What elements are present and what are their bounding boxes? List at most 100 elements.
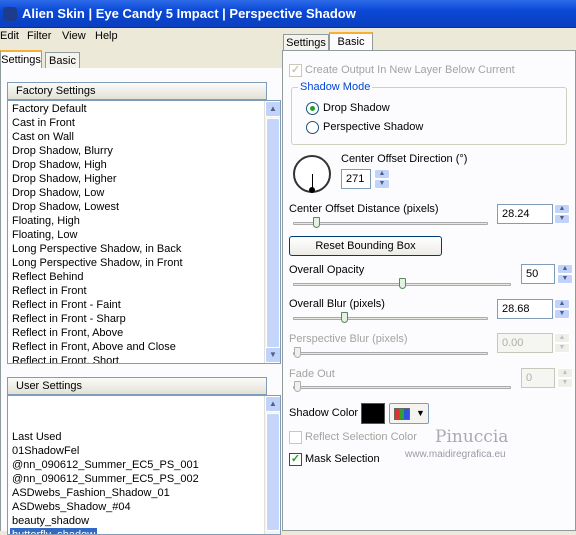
basic-panel: ✓ Create Output In New Layer Below Curre… (282, 50, 576, 531)
perspective-blur-label: Perspective Blur (pixels) (289, 333, 408, 345)
list-item[interactable]: Drop Shadow, Low (12, 186, 104, 200)
chevron-down-icon: ▼ (416, 408, 425, 418)
list-item[interactable]: beauty_shadow (12, 514, 89, 528)
shadow-color-label: Shadow Color (289, 407, 359, 419)
tab-basic-left[interactable]: Basic (45, 52, 80, 69)
blur-input[interactable]: 28.68 (497, 299, 553, 319)
distance-slider[interactable] (293, 217, 488, 228)
watermark-name: Pinuccia (435, 427, 509, 447)
list-item[interactable]: Reflect in Front - Sharp (12, 312, 126, 326)
fade-out-input[interactable]: 0 (521, 368, 555, 388)
list-item[interactable]: Reflect in Front - Faint (12, 298, 121, 312)
shadow-mode-group: Shadow Mode Drop Shadow Perspective Shad… (291, 81, 567, 145)
opacity-input[interactable]: 50 (521, 264, 555, 284)
blur-knob[interactable] (341, 312, 348, 323)
blur-label: Overall Blur (pixels) (289, 298, 385, 310)
distance-input[interactable]: 28.24 (497, 204, 553, 224)
list-item[interactable]: Reflect in Front (12, 284, 87, 298)
direction-dial[interactable] (293, 155, 331, 193)
opacity-label: Overall Opacity (289, 264, 365, 276)
fade-out-stepper[interactable]: ▲ ▼ (557, 368, 573, 388)
scroll-thumb[interactable] (266, 413, 280, 531)
direction-input[interactable]: 271 (341, 169, 371, 189)
mask-selection-label: Mask Selection (305, 453, 380, 465)
list-item[interactable]: ASDwebs_Shadow_#04 (12, 500, 131, 514)
menu-bar: Edit Filter View Help (0, 28, 282, 46)
menu-edit[interactable]: Edit (0, 30, 19, 42)
list-item[interactable]: Long Perspective Shadow, in Front (12, 256, 183, 270)
opacity-slider[interactable] (293, 278, 511, 289)
list-item[interactable]: @nn_090612_Summer_EC5_PS_001 (12, 458, 199, 472)
list-item[interactable]: Reflect in Front, Above and Close (12, 340, 176, 354)
list-item[interactable]: butterfly_shadow (10, 528, 98, 534)
window-title: Alien Skin | Eye Candy 5 Impact | Perspe… (22, 6, 356, 21)
list-item[interactable]: @nn_090612_Summer_EC5_PS_002 (12, 472, 199, 486)
list-item[interactable]: ASDwebs_Fashion_Shadow_01 (12, 486, 170, 500)
scroll-thumb[interactable] (266, 118, 280, 348)
reset-bounding-box-button[interactable]: Reset Bounding Box (289, 236, 442, 256)
perspective-blur-slider[interactable] (293, 347, 488, 358)
tab-settings-right[interactable]: Settings (283, 34, 329, 51)
title-bar: Alien Skin | Eye Candy 5 Impact | Perspe… (0, 0, 576, 28)
list-item[interactable]: Last Used (12, 430, 62, 444)
dial-knob (309, 187, 315, 193)
distance-label: Center Offset Distance (pixels) (289, 203, 439, 215)
list-item[interactable]: Floating, Low (12, 228, 77, 242)
perspective-shadow-radio[interactable] (306, 121, 319, 134)
mask-selection-checkbox[interactable]: ✓ (289, 453, 302, 466)
drop-shadow-label: Drop Shadow (323, 102, 390, 114)
scroll-up-icon[interactable]: ▲ (265, 396, 280, 412)
reflect-selection-label: Reflect Selection Color (305, 431, 417, 443)
watermark-url: www.maidiregrafica.eu (405, 449, 506, 460)
list-item[interactable]: Cast on Wall (12, 130, 74, 144)
shadow-color-swatch[interactable] (361, 403, 385, 424)
list-item[interactable]: Reflect in Front, Short (12, 354, 119, 363)
settings-panel: Factory Settings Factory Default Cast in … (0, 68, 282, 535)
list-item[interactable]: Reflect Behind (12, 270, 84, 284)
perspective-blur-input[interactable]: 0.00 (497, 333, 553, 353)
list-item[interactable]: Cast in Front (12, 116, 75, 130)
list-item[interactable]: Drop Shadow, Higher (12, 172, 117, 186)
menu-view[interactable]: View (62, 30, 86, 42)
list-item[interactable]: Floating, High (12, 214, 80, 228)
user-settings-list: Last Used 01ShadowFel @nn_090612_Summer_EC… (7, 395, 281, 535)
radio-selected-dot (310, 106, 315, 111)
list-item[interactable]: Factory Default (12, 102, 87, 116)
shadow-mode-title: Shadow Mode (298, 81, 373, 93)
fade-out-label: Fade Out (289, 368, 335, 380)
list-item[interactable]: Drop Shadow, Blurry (12, 144, 113, 158)
tab-settings-left[interactable]: Settings (0, 50, 42, 69)
reflect-selection-checkbox[interactable] (289, 431, 302, 444)
fade-out-slider[interactable] (293, 381, 511, 392)
create-output-checkbox[interactable]: ✓ (289, 64, 302, 77)
distance-knob[interactable] (313, 217, 320, 228)
opacity-stepper[interactable]: ▲ ▼ (557, 264, 573, 284)
perspective-blur-stepper[interactable]: ▲ ▼ (554, 333, 570, 353)
fade-out-knob[interactable] (294, 381, 301, 392)
factory-scrollbar[interactable]: ▲ ▼ (264, 101, 280, 363)
list-item[interactable]: Drop Shadow, Lowest (12, 200, 119, 214)
color-picker-button[interactable]: ▼ (389, 403, 429, 424)
scroll-up-icon[interactable]: ▲ (265, 101, 280, 117)
blur-stepper[interactable]: ▲ ▼ (554, 299, 570, 319)
direction-stepper[interactable]: ▲ ▼ (374, 169, 390, 189)
user-settings-header: User Settings (7, 377, 267, 395)
list-item[interactable]: 01ShadowFel (12, 444, 79, 458)
perspective-shadow-label: Perspective Shadow (323, 121, 424, 133)
menu-help[interactable]: Help (95, 30, 118, 42)
blur-slider[interactable] (293, 312, 488, 323)
factory-settings-list: Factory Default Cast in Front Cast on Wall… (7, 100, 281, 364)
list-item[interactable]: Drop Shadow, High (12, 158, 107, 172)
palette-icon (394, 408, 410, 420)
list-item[interactable]: Long Perspective Shadow, in Back (12, 242, 181, 256)
opacity-knob[interactable] (399, 278, 406, 289)
create-output-label: Create Output In New Layer Below Current (305, 64, 515, 76)
menu-filter[interactable]: Filter (27, 30, 51, 42)
perspective-blur-knob[interactable] (294, 347, 301, 358)
tab-basic-right[interactable]: Basic (329, 32, 373, 51)
drop-shadow-radio[interactable] (306, 102, 319, 115)
distance-stepper[interactable]: ▲ ▼ (554, 204, 570, 224)
scroll-down-icon[interactable]: ▼ (265, 347, 280, 363)
user-scrollbar[interactable]: ▲ (264, 396, 280, 534)
list-item[interactable]: Reflect in Front, Above (12, 326, 123, 340)
